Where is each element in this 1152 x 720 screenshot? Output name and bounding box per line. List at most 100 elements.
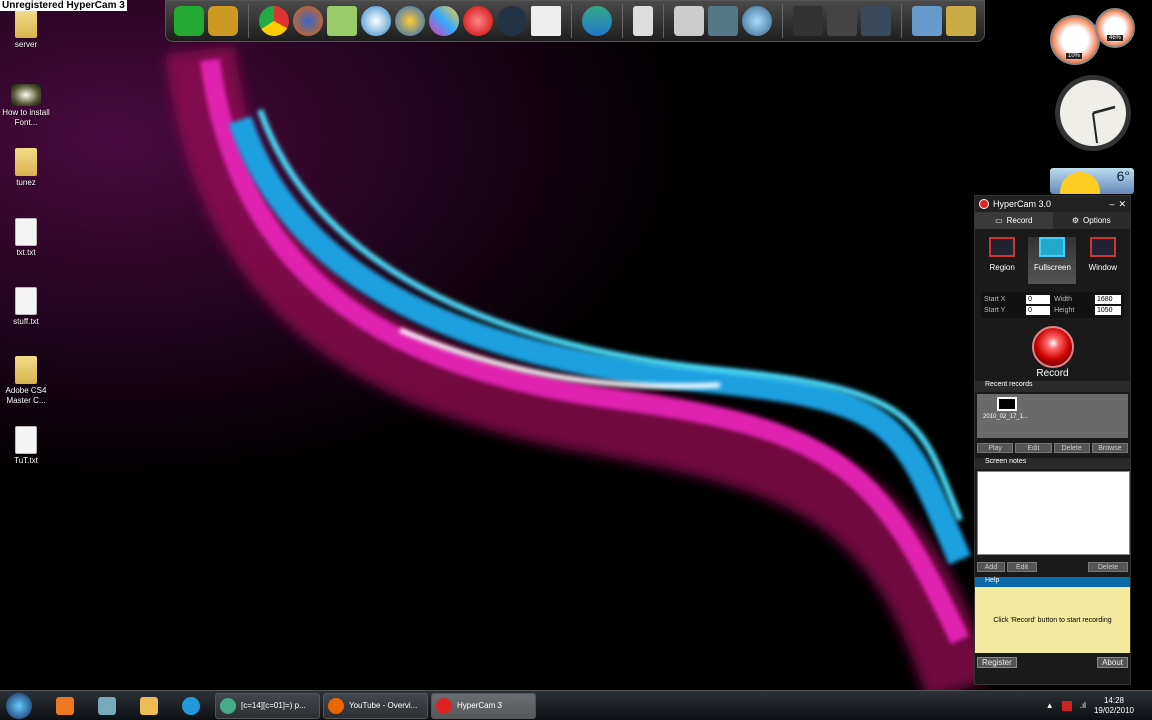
height-label: Height — [1054, 307, 1075, 314]
taskbar-window-hypercam[interactable]: HyperCam 3 — [431, 692, 536, 719]
sun-icon — [1060, 172, 1100, 194]
drive-icon[interactable] — [674, 6, 704, 36]
media-center-icon[interactable] — [497, 6, 527, 36]
text-file-icon — [15, 218, 37, 246]
fullscreen-icon — [1039, 237, 1066, 257]
folder-icon — [15, 148, 37, 176]
record-button[interactable] — [1031, 326, 1074, 368]
camera-icon: ▭ — [995, 216, 1003, 225]
show-hidden-icons-button[interactable]: ▲ — [1046, 701, 1054, 710]
icon-label: server — [14, 40, 38, 49]
messenger-icon[interactable] — [582, 6, 612, 36]
start-button[interactable] — [6, 692, 32, 719]
window-label: [c=14][c=01]=) p... — [241, 701, 306, 710]
window-label: YouTube - Overvi... — [349, 701, 418, 710]
network-signal-icon[interactable]: .ıl — [1080, 701, 1086, 710]
hypercam-watermark: Unregistered HyperCam 3 — [0, 0, 127, 11]
notes-app-icon[interactable] — [327, 6, 357, 36]
minimize-button[interactable]: – — [1109, 199, 1114, 209]
photo-app-icon[interactable] — [429, 6, 459, 36]
icon-label: TuT.txt — [14, 456, 38, 465]
start-y-input[interactable] — [1026, 306, 1051, 315]
printer-icon[interactable] — [793, 6, 823, 36]
about-button[interactable]: About — [1097, 657, 1128, 668]
ipod-icon[interactable] — [633, 6, 653, 36]
screen-notes-header[interactable]: Screen notes — [975, 458, 1130, 469]
weather-temperature: 6° — [1116, 168, 1130, 184]
screen-notes-area[interactable] — [977, 471, 1130, 555]
notepad-icon[interactable] — [98, 696, 116, 715]
mode-label: Region — [989, 263, 1015, 272]
help-text: Click 'Record' button to start recording — [975, 587, 1130, 653]
tab-label: Record — [1006, 216, 1033, 225]
taskbar: [c=14][c=01]=) p... YouTube - Overvi... … — [0, 690, 1152, 720]
window-icon — [1089, 237, 1116, 257]
network-icon[interactable] — [742, 6, 772, 36]
chrome-icon[interactable] — [259, 6, 289, 36]
tab-options[interactable]: ⚙ Options — [1052, 212, 1130, 229]
edit-record-button[interactable]: Edit — [1015, 443, 1052, 453]
media-player-icon[interactable] — [56, 696, 74, 715]
display-settings-icon[interactable] — [861, 6, 891, 36]
mode-fullscreen-button[interactable]: Fullscreen — [1028, 237, 1077, 284]
safari-icon[interactable] — [361, 6, 391, 36]
camera-icon[interactable] — [827, 6, 857, 36]
delete-record-button[interactable]: Delete — [1053, 443, 1090, 453]
add-note-button[interactable]: Add — [977, 562, 1005, 572]
firefox-icon — [328, 697, 344, 714]
cpu-meter-gadget: 10% — [1050, 15, 1100, 65]
mode-window-button[interactable]: Window — [1079, 237, 1127, 284]
memory-percent: 46% — [1107, 35, 1124, 41]
start-x-input[interactable] — [1026, 295, 1051, 304]
control-panel-icon[interactable] — [912, 6, 942, 36]
settings-icon[interactable] — [395, 6, 425, 36]
computer-icon[interactable] — [708, 6, 738, 36]
twentytwo-icon[interactable] — [174, 6, 204, 36]
register-button[interactable]: Register — [977, 657, 1017, 668]
messenger-icon — [220, 697, 236, 714]
firefox-icon[interactable] — [293, 6, 323, 36]
network-diagram-icon[interactable] — [531, 6, 561, 36]
weather-gadget: 6° — [1050, 168, 1134, 194]
play-button[interactable]: Play — [977, 443, 1014, 453]
taskbar-window-firefox[interactable]: YouTube - Overvi... — [323, 692, 428, 719]
desktop-icon-video[interactable]: How to install Font... — [2, 84, 50, 128]
icon-label: stuff.txt — [13, 317, 39, 326]
text-file-icon — [15, 287, 37, 315]
recent-records-list: 2010_02_17_1... — [977, 394, 1128, 438]
start-x-label: Start X — [984, 296, 1006, 303]
icon-label: Adobe CS4 Master C... — [5, 386, 47, 405]
action-center-icon[interactable] — [1061, 700, 1072, 711]
desktop-icon-stuff[interactable]: stuff.txt — [2, 287, 50, 327]
desktop-icon-server[interactable]: server — [2, 10, 50, 50]
explorer-icon[interactable] — [140, 696, 158, 715]
taskbar-window-messenger[interactable]: [c=14][c=01]=) p... — [215, 692, 320, 719]
desktop-icon-txt[interactable]: txt.txt — [2, 218, 50, 258]
mode-region-button[interactable]: Region — [978, 237, 1026, 284]
hypercam-icon — [436, 697, 452, 714]
desktop-icon-tunez[interactable]: tunez — [2, 148, 50, 188]
tools-icon[interactable] — [946, 6, 976, 36]
desktop-icon-adobe[interactable]: Adobe CS4 Master C... — [2, 356, 50, 406]
window-title: HyperCam 3.0 — [993, 199, 1052, 209]
twentytwo-icon-2[interactable] — [208, 6, 238, 36]
width-input[interactable] — [1095, 295, 1121, 304]
close-button[interactable]: ✕ — [1118, 199, 1126, 210]
hypercam-logo-icon — [979, 199, 989, 209]
clock[interactable]: 14:28 19/02/2010 — [1094, 696, 1134, 716]
time: 14:28 — [1103, 695, 1124, 705]
desktop-icon-tut[interactable]: TuT.txt — [2, 426, 50, 466]
title-bar: HyperCam 3.0 – ✕ — [975, 196, 1130, 212]
clock-gadget — [1055, 75, 1131, 151]
hypercam-dock-icon[interactable] — [463, 6, 493, 36]
height-input[interactable] — [1095, 306, 1121, 315]
mode-label: Fullscreen — [1034, 263, 1071, 272]
tab-record[interactable]: ▭ Record — [975, 212, 1053, 229]
folder-icon — [15, 356, 37, 384]
browse-button[interactable]: Browse — [1091, 443, 1128, 453]
internet-explorer-icon[interactable] — [182, 696, 200, 715]
edit-note-button[interactable]: Edit — [1007, 562, 1037, 572]
recent-records-header[interactable]: Recent records — [975, 381, 1130, 392]
dock-bar — [165, 0, 985, 42]
delete-note-button[interactable]: Delete — [1088, 562, 1128, 572]
